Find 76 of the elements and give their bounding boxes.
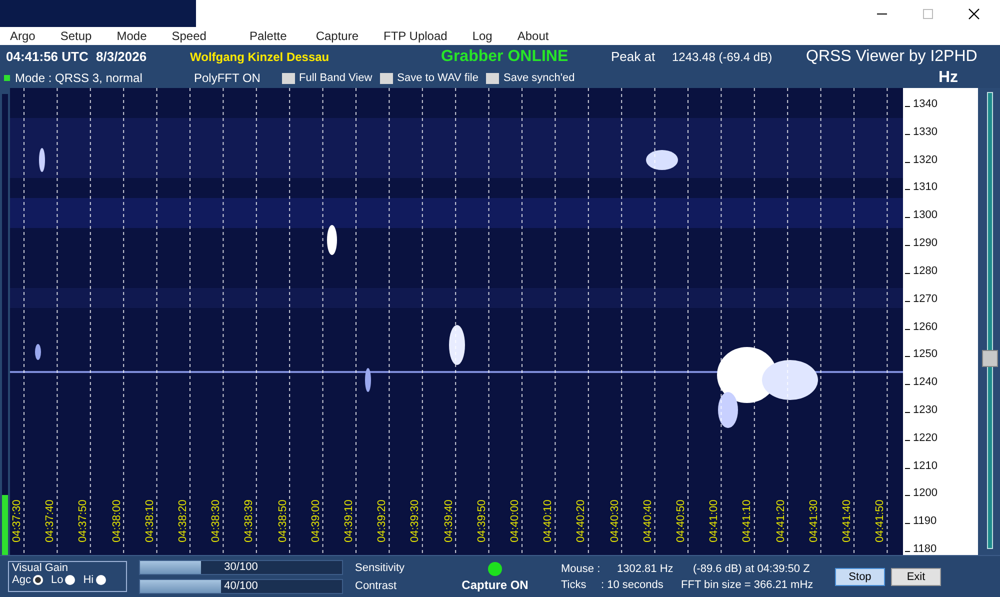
time-label: 04:40:10 <box>542 498 554 544</box>
time-label: 04:37:50 <box>77 498 90 544</box>
menu-item[interactable]: Log <box>472 29 492 43</box>
peak-label: Peak at <box>611 49 656 64</box>
mouse-detail: (-89.6 dB) at 04:39:50 Z <box>693 562 810 574</box>
time-label: 04:39:30 <box>409 498 422 544</box>
checkbox[interactable] <box>486 72 500 84</box>
time-label: 04:38:39 <box>243 498 256 544</box>
panel-title: Visual Gain <box>12 562 70 574</box>
polyfft-label: PolyFFT ON <box>194 71 262 85</box>
mouse-label: Mouse : <box>561 562 602 574</box>
frequency-slider[interactable] <box>978 88 1000 555</box>
peak-value: 1243.48 (-69.4 dB) <box>672 50 774 64</box>
radio-label: Lo <box>50 574 64 586</box>
checkbox[interactable] <box>282 72 295 84</box>
menu-item[interactable]: Argo <box>10 29 36 43</box>
ticks-label: Ticks <box>561 578 588 590</box>
unit-label: Hz <box>938 69 958 87</box>
checkbox-label: Full Band View <box>299 72 372 84</box>
time-label: 04:37:40 <box>44 498 56 544</box>
close-icon[interactable] <box>968 8 980 20</box>
slider-label: Contrast <box>355 580 398 592</box>
action-button[interactable]: Stop <box>835 568 885 586</box>
menu-item[interactable]: About <box>517 29 549 43</box>
station-name: Wolfgang Kinzel Dessau <box>190 50 330 64</box>
time-label: 04:39:10 <box>343 498 355 544</box>
time-label: 04:38:10 <box>144 498 156 544</box>
menu-item[interactable]: Palette <box>249 29 287 43</box>
time-label: 04:39:40 <box>442 498 455 544</box>
mode-label: Mode : QRSS 3, normal <box>15 71 144 85</box>
slider-track[interactable]: 30/100 <box>139 560 343 574</box>
time-label: 04:39:00 <box>310 498 322 544</box>
slider-thumb[interactable] <box>982 350 998 367</box>
time-label: 04:38:50 <box>276 498 289 544</box>
date: 8/3/2026 <box>96 49 148 64</box>
radio-button[interactable] <box>65 575 76 585</box>
radio-label: Hi <box>83 574 94 586</box>
menu-item[interactable]: FTP Upload <box>384 29 448 43</box>
ticks-value: : 10 seconds <box>601 578 664 590</box>
time-label: 04:41:20 <box>774 498 787 544</box>
time-label: 04:37:30 <box>11 498 23 544</box>
mouse-frequency: 1302.81 Hz <box>617 562 674 574</box>
time-label: 04:41:10 <box>741 498 754 544</box>
time-label: 04:39:50 <box>476 498 488 544</box>
time-label: 04:38:00 <box>110 498 123 544</box>
time-label: 04:40:00 <box>509 498 521 544</box>
time-label: 04:40:30 <box>608 498 621 544</box>
radio-button[interactable] <box>96 575 106 585</box>
checkbox-label: Save to WAV file <box>397 72 478 84</box>
time-label: 04:41:30 <box>808 498 820 544</box>
time-label: 04:38:20 <box>177 498 189 544</box>
time-label: 04:41:00 <box>708 498 720 544</box>
slider-track[interactable]: 40/100 <box>139 578 343 594</box>
time-label: 04:40:50 <box>675 498 687 544</box>
slider-label: Sensitivity <box>355 562 406 574</box>
time-label: 04:39:20 <box>376 498 388 544</box>
menu-item[interactable]: Capture <box>316 29 359 43</box>
menu-item[interactable]: Setup <box>60 29 92 43</box>
fft-bin-size: FFT bin size = 366.21 mHz <box>681 578 814 590</box>
utc-time: 04:41:56 UTC <box>6 49 90 64</box>
grabber-status: Grabber ONLINE <box>441 48 570 66</box>
app-title: QRSS Viewer by I2PHD <box>806 48 978 66</box>
action-button[interactable]: Exit <box>891 568 941 586</box>
checkbox[interactable] <box>380 72 394 84</box>
radio-label: Agc <box>12 574 31 586</box>
menu-item[interactable]: Mode <box>116 29 147 43</box>
checkbox-label: Save synch'ed <box>503 72 575 84</box>
status-led <box>4 75 10 81</box>
time-label: 04:40:40 <box>642 498 654 544</box>
menu-item[interactable]: Speed <box>172 29 206 43</box>
time-label: 04:40:20 <box>575 498 588 544</box>
radio-button[interactable] <box>32 575 43 585</box>
time-label: 04:38:30 <box>210 498 222 544</box>
time-label: 04:41:50 <box>874 498 886 544</box>
capture-status: Capture ON <box>462 578 528 592</box>
time-label: 04:41:40 <box>841 498 853 544</box>
